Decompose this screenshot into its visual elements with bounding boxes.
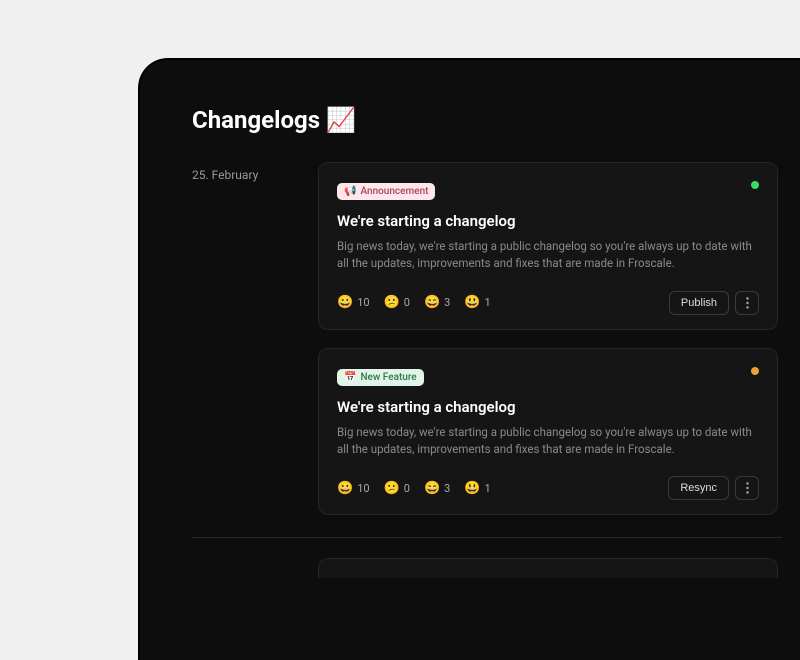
card-actions: Publish bbox=[669, 291, 759, 315]
reaction-count: 0 bbox=[404, 296, 410, 309]
card-footer: 😀 10 😕 0 😄 3 😃 1 bbox=[337, 291, 759, 315]
card-actions: Resync bbox=[668, 476, 759, 500]
reaction-button[interactable]: 😃 1 bbox=[464, 295, 490, 310]
publish-button[interactable]: Publish bbox=[669, 291, 729, 315]
button-label: Publish bbox=[681, 297, 717, 309]
dots-vertical-icon bbox=[746, 297, 749, 309]
reaction-count: 1 bbox=[485, 482, 491, 495]
announcement-icon: 📢 bbox=[344, 186, 356, 197]
emoji-icon: 😄 bbox=[424, 295, 440, 310]
reaction-button[interactable]: 😀 10 bbox=[337, 481, 370, 496]
card-body: Big news today, we're starting a public … bbox=[337, 238, 759, 273]
category-tag: 📅 New Feature bbox=[337, 369, 424, 386]
date-column bbox=[192, 538, 282, 578]
reaction-button[interactable]: 😕 0 bbox=[384, 295, 410, 310]
card-title: We're starting a changelog bbox=[337, 212, 759, 230]
emoji-icon: 😀 bbox=[337, 481, 353, 496]
card-footer: 😀 10 😕 0 😄 3 😃 1 bbox=[337, 476, 759, 500]
content-row bbox=[192, 538, 800, 578]
changelog-card: 📢 Announcement We're starting a changelo… bbox=[318, 162, 778, 330]
more-options-button[interactable] bbox=[735, 291, 759, 315]
category-tag: 📢 Announcement bbox=[337, 183, 435, 200]
reaction-count: 3 bbox=[444, 482, 450, 495]
reaction-count: 1 bbox=[485, 296, 491, 309]
emoji-icon: 😃 bbox=[464, 295, 480, 310]
emoji-icon: 😕 bbox=[384, 481, 400, 496]
dots-vertical-icon bbox=[746, 482, 749, 494]
button-label: Resync bbox=[680, 482, 717, 494]
reaction-count: 10 bbox=[357, 482, 369, 495]
feature-icon: 📅 bbox=[344, 372, 356, 383]
tag-label: Announcement bbox=[360, 186, 428, 197]
reactions-row: 😀 10 😕 0 😄 3 😃 1 bbox=[337, 295, 491, 310]
date-column: 25. February bbox=[192, 162, 282, 515]
tag-label: New Feature bbox=[360, 372, 416, 383]
reaction-button[interactable]: 😄 3 bbox=[424, 295, 450, 310]
reactions-row: 😀 10 😕 0 😄 3 😃 1 bbox=[337, 481, 491, 496]
emoji-icon: 😕 bbox=[384, 295, 400, 310]
emoji-icon: 😄 bbox=[424, 481, 440, 496]
reaction-count: 0 bbox=[404, 482, 410, 495]
status-dot-icon bbox=[751, 181, 759, 189]
page-title-text: Changelogs bbox=[192, 106, 320, 134]
status-dot-icon bbox=[751, 367, 759, 375]
app-window: Changelogs 📈 25. February 📢 Announcement… bbox=[140, 60, 800, 660]
changelog-card bbox=[318, 558, 778, 578]
reaction-count: 3 bbox=[444, 296, 450, 309]
reaction-button[interactable]: 😄 3 bbox=[424, 481, 450, 496]
date-label: 25. February bbox=[192, 162, 282, 182]
page-title: Changelogs 📈 bbox=[192, 106, 800, 134]
cards-column bbox=[318, 538, 800, 578]
emoji-icon: 😃 bbox=[464, 481, 480, 496]
reaction-button[interactable]: 😃 1 bbox=[464, 481, 490, 496]
reaction-count: 10 bbox=[357, 296, 369, 309]
more-options-button[interactable] bbox=[735, 476, 759, 500]
content-row: 25. February 📢 Announcement We're starti… bbox=[192, 162, 800, 515]
card-body: Big news today, we're starting a public … bbox=[337, 424, 759, 459]
reaction-button[interactable]: 😕 0 bbox=[384, 481, 410, 496]
cards-column: 📢 Announcement We're starting a changelo… bbox=[318, 162, 800, 515]
card-title: We're starting a changelog bbox=[337, 398, 759, 416]
emoji-icon: 😀 bbox=[337, 295, 353, 310]
changelog-card: 📅 New Feature We're starting a changelog… bbox=[318, 348, 778, 516]
reaction-button[interactable]: 😀 10 bbox=[337, 295, 370, 310]
resync-button[interactable]: Resync bbox=[668, 476, 729, 500]
chart-icon: 📈 bbox=[326, 106, 356, 134]
